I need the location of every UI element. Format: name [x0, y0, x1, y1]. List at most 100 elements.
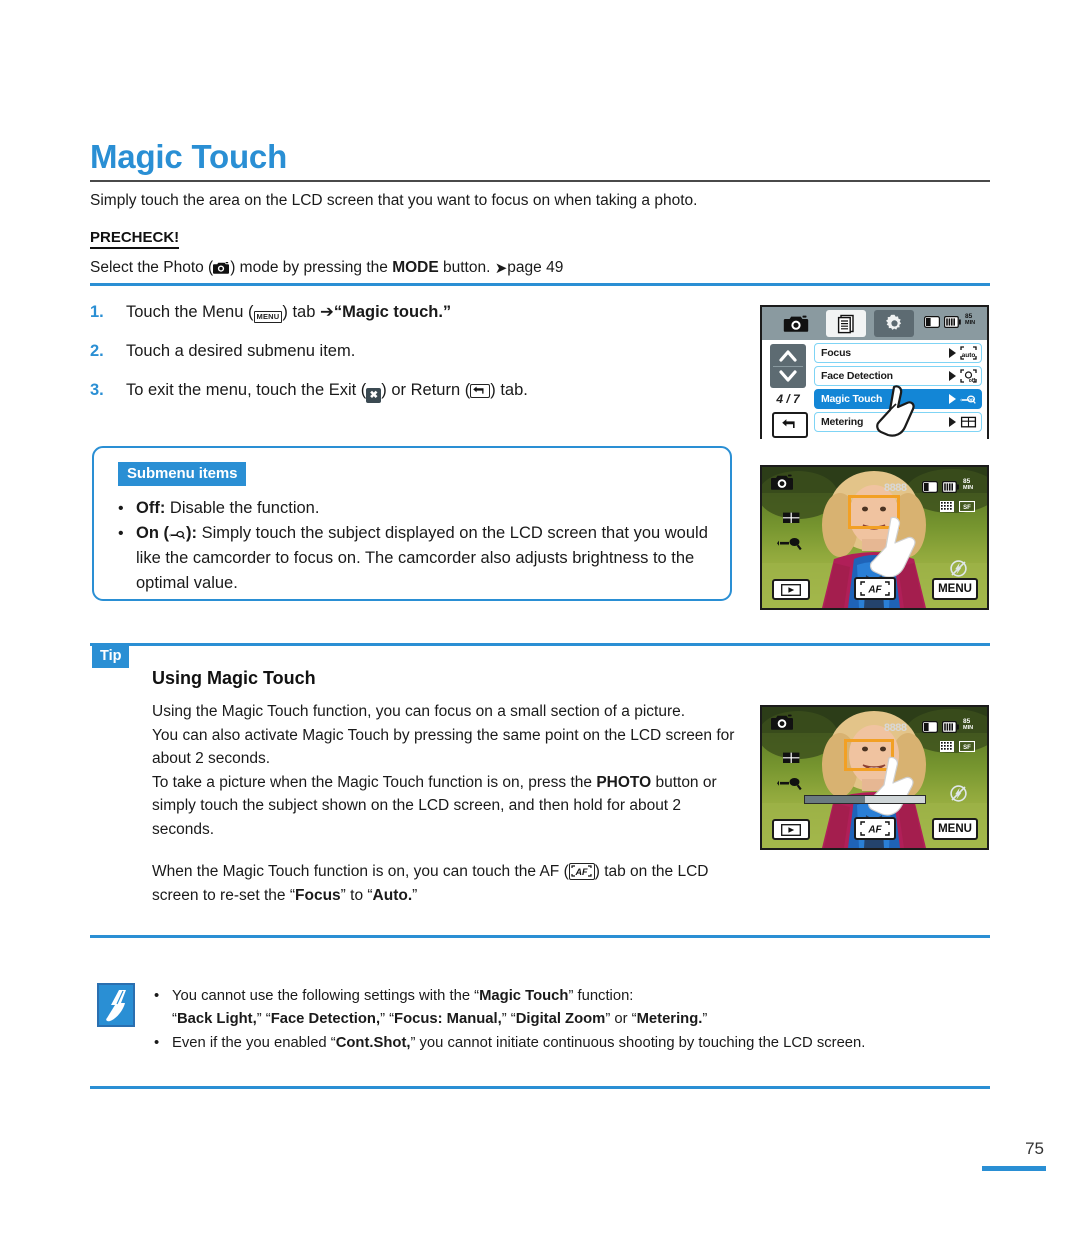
- lcd-menu-rows: Focus auto Face Detection off Magic Touc…: [814, 343, 982, 435]
- lcd-menu-list-tab[interactable]: [826, 310, 866, 337]
- page-number: 75: [1025, 1139, 1044, 1158]
- lcd-preview-1-status-icons: 85 MIN: [922, 478, 978, 493]
- lcd-menu-row-face-detection-label: Face Detection: [821, 370, 893, 382]
- memory-card-icon: [922, 720, 938, 733]
- step-2-text: Touch a desired submenu item.: [126, 342, 356, 360]
- step-2-number: 2.: [90, 342, 104, 360]
- svg-text:AF: AF: [867, 584, 882, 595]
- chevron-right-icon: [949, 394, 956, 404]
- note-item-2: Even if the you enabled “Cont.Shot,” you…: [152, 1032, 997, 1055]
- page-ref-arrow-icon: ➤: [494, 260, 508, 277]
- lcd-preview-1-photo-mode-icon: [770, 473, 794, 497]
- tip-paragraph-photo: To take a picture when the Magic Touch f…: [152, 771, 744, 842]
- focus-auto-icon: auto: [960, 346, 977, 360]
- precheck-text: Select the Photo () mode by pressing the…: [90, 257, 990, 280]
- magic-touch-on-icon: on: [960, 395, 976, 404]
- magic-touch-icon: [169, 528, 186, 541]
- precheck-mid: ) mode by pressing the: [230, 259, 393, 276]
- lcd-scroll-buttons[interactable]: [770, 344, 806, 388]
- svg-text:AF: AF: [574, 867, 587, 877]
- step-3-mid: ) or Return (: [381, 381, 471, 399]
- resolution-icon: [940, 501, 954, 512]
- chevron-right-icon: [949, 417, 956, 427]
- step-1-arrow-icon: ➔: [320, 303, 334, 321]
- note-1-post: ” function:: [568, 988, 634, 1004]
- lcd-settings-tab[interactable]: [874, 310, 914, 337]
- lcd-preview-1-quality-icons: SF: [940, 501, 975, 512]
- note-2-pre: Even if the you enabled “: [172, 1035, 336, 1051]
- lcd-return-button[interactable]: [772, 412, 808, 438]
- lcd-preview-1-play-button[interactable]: [772, 579, 810, 600]
- battery-icon: [942, 720, 959, 733]
- lcd-menu-status-icons: 85 MIN: [924, 313, 981, 328]
- memory-card-icon: [924, 315, 940, 328]
- lcd-preview-1-menu-button[interactable]: MENU: [932, 578, 978, 600]
- lcd-menu-row-metering[interactable]: Metering: [814, 412, 982, 432]
- lcd-menu-row-metering-right: [949, 413, 977, 431]
- submenu-item-on-label-close: ):: [186, 524, 197, 542]
- chevron-right-icon: [949, 348, 956, 358]
- step-3-pre: To exit the menu, touch the Exit (: [126, 381, 367, 399]
- steps-list: 1. Touch the Menu (MENU) tab ➔“Magic touc…: [90, 300, 730, 417]
- tip-body: Using the Magic Touch function, you can …: [152, 700, 744, 907]
- face-detection-off-icon: off: [960, 369, 977, 383]
- svg-text:SF: SF: [963, 745, 971, 751]
- page-title: Magic Touch: [90, 138, 288, 175]
- submenu-item-off-desc: Disable the function.: [165, 499, 320, 517]
- lcd-preview-2-af-button[interactable]: AF: [854, 817, 896, 840]
- photo-mode-icon: [213, 261, 230, 275]
- step-1: 1. Touch the Menu (MENU) tab ➔“Magic touc…: [90, 300, 730, 332]
- tip-tag: Tip: [92, 645, 130, 668]
- note-2-post: ” you cannot initiate continuous shootin…: [410, 1035, 866, 1051]
- lcd-preview-2-menu-button[interactable]: MENU: [932, 818, 978, 840]
- intro-text: Simply touch the area on the LCD screen …: [90, 192, 698, 209]
- submenu-items-box: Submenu items Off: Disable the function.…: [92, 446, 732, 601]
- tip-photo-pre: To take a picture when the Magic Touch f…: [152, 773, 597, 791]
- af-icon: AF: [568, 863, 595, 880]
- tip-af-pre: When the Magic Touch function is on, you…: [152, 863, 569, 880]
- lcd-preview-2-play-button[interactable]: [772, 819, 810, 840]
- lcd-photo-tab[interactable]: [776, 310, 816, 337]
- setting-face-detection: Face Detection,: [270, 1010, 381, 1027]
- lcd-preview-1-af-button[interactable]: AF: [854, 577, 896, 600]
- title-divider: [90, 180, 990, 182]
- auto-term: Auto.: [372, 886, 413, 904]
- lcd-menu-row-focus[interactable]: Focus auto: [814, 343, 982, 363]
- submenu-item-off-label: Off:: [136, 499, 166, 517]
- section-divider-4: [90, 1086, 990, 1089]
- return-icon: [470, 384, 491, 398]
- lcd-preview-2-metering-icon: [782, 751, 801, 770]
- lcd-preview-2-counter: 8888: [884, 722, 907, 734]
- lcd-menu-row-face-detection[interactable]: Face Detection off: [814, 366, 982, 386]
- tip-paragraph-2: You can also activate Magic Touch by pre…: [152, 726, 735, 768]
- tip-af-mid2: ” to “: [340, 886, 373, 904]
- step-2: 2. Touch a desired submenu item.: [90, 339, 730, 371]
- chevron-right-icon: [949, 371, 956, 381]
- lcd-preview-2-status-icons: 85 MIN: [922, 718, 978, 733]
- tip-af-post: ”: [412, 886, 418, 904]
- battery-icon: [942, 480, 959, 493]
- step-1-number: 1.: [90, 303, 104, 321]
- lcd-preview-2-progress-bar: [804, 795, 926, 804]
- lcd-preview-2-recordable-time: 85 MIN: [963, 718, 974, 731]
- lcd-preview-1-metering-icon: [782, 511, 801, 530]
- lcd-menu-row-magic-touch[interactable]: Magic Touch on: [814, 389, 982, 409]
- setting-digital-zoom: Digital Zoom: [515, 1010, 606, 1027]
- submenu-item-on-label: On (: [136, 524, 169, 542]
- step-1-bold: “Magic touch.”: [333, 303, 452, 321]
- step-1-mid: ) tab: [282, 303, 320, 321]
- lcd-preview-1-counter: 8888: [884, 482, 907, 494]
- setting-metering: Metering.: [636, 1010, 703, 1027]
- step-3-post: ) tab.: [490, 381, 528, 399]
- submenu-item-on: On (): Simply touch the subject displaye…: [118, 521, 718, 596]
- resolution-icon: [940, 741, 954, 752]
- manual-page: Magic Touch Simply touch the area on the…: [0, 0, 1080, 1235]
- submenu-item-on-desc: Simply touch the subject displayed on th…: [136, 524, 708, 592]
- lcd-preview-1-recordable-time: 85 MIN: [963, 478, 974, 491]
- note-icon: [97, 983, 135, 1027]
- metering-icon: [960, 416, 977, 428]
- step-1-pre: Touch the Menu (: [126, 303, 254, 321]
- menu-icon: MENU: [253, 311, 283, 323]
- section-divider-3: [90, 935, 990, 938]
- note-1-bold: Magic Touch: [479, 988, 569, 1004]
